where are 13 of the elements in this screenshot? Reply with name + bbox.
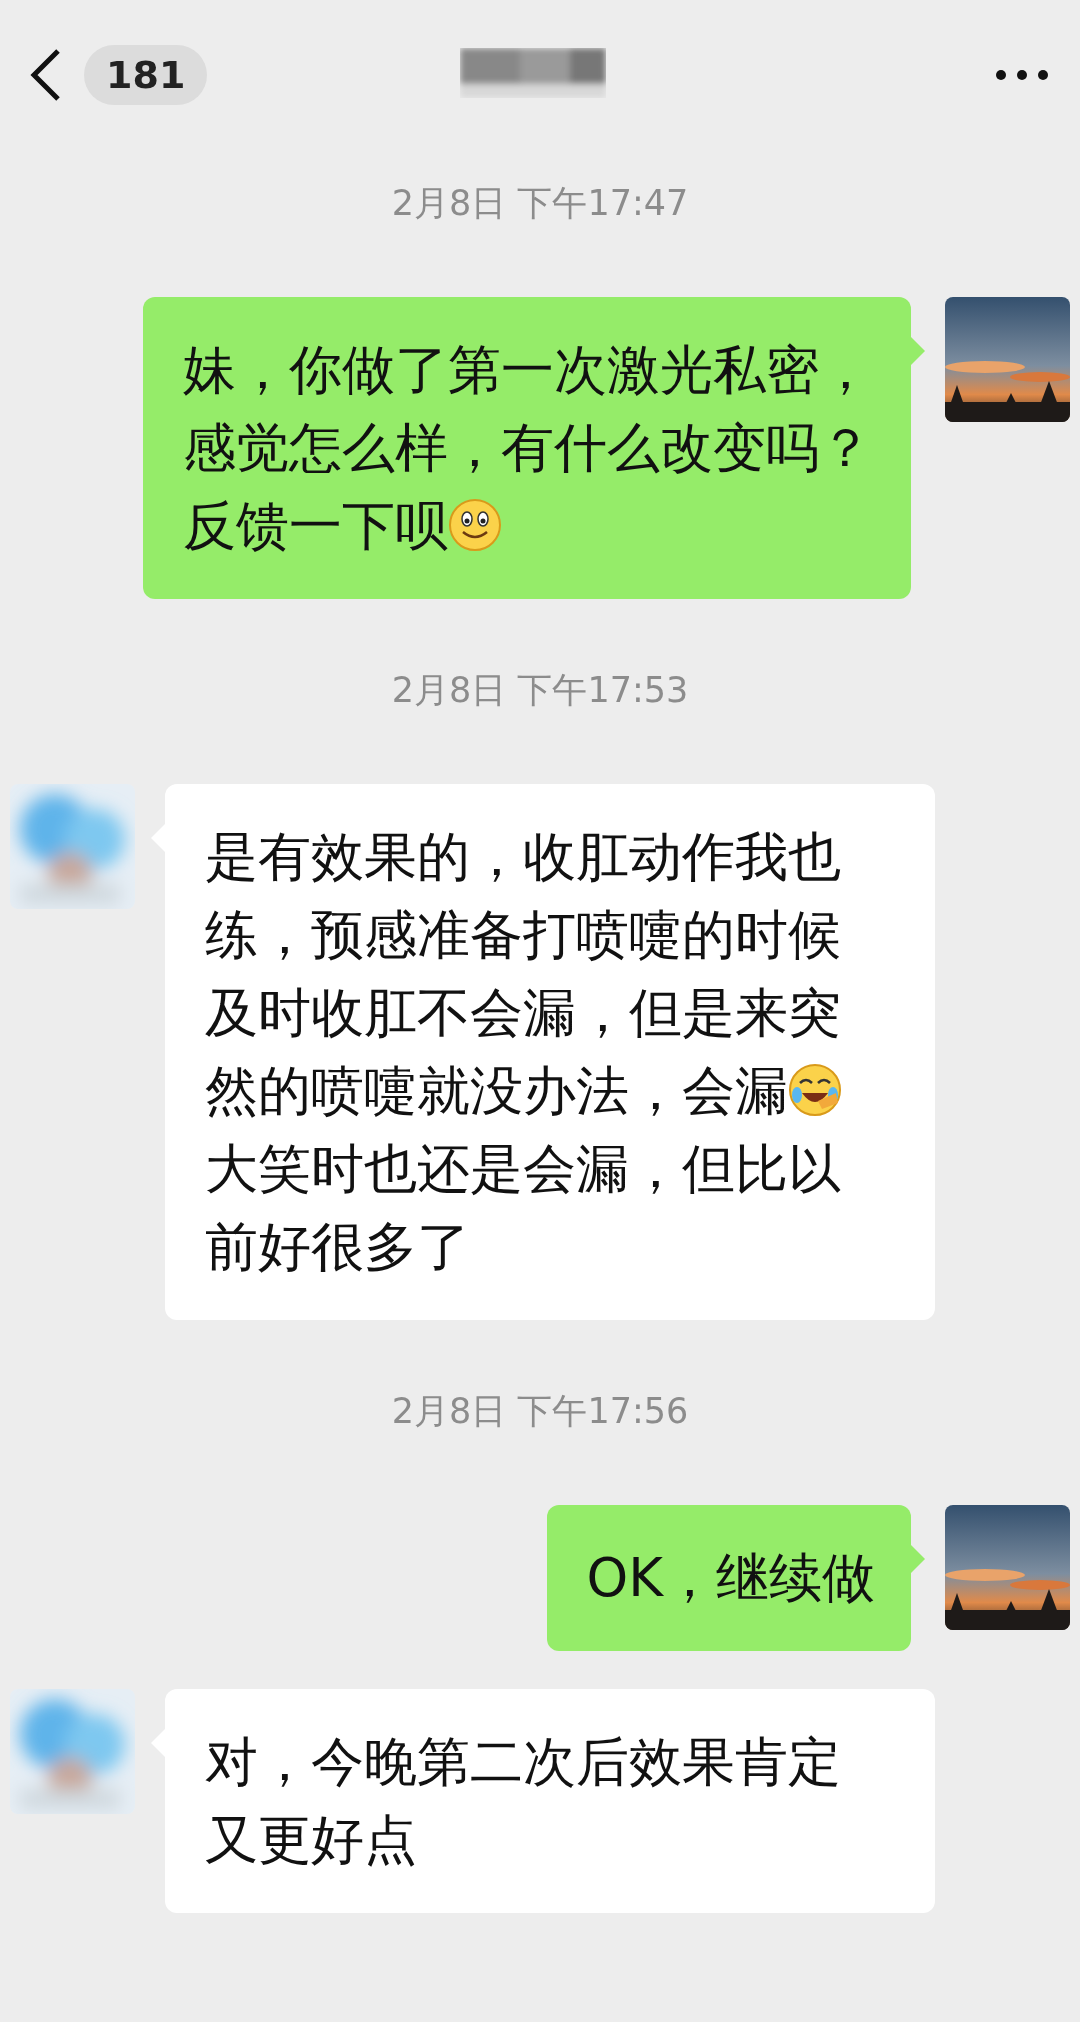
bubble-tail (911, 337, 925, 365)
timestamp: 2月8日 下午17:56 (391, 1390, 689, 1433)
message-bubble: 对，今晚第二次后效果肯定又更好点 (165, 1689, 935, 1913)
message-bubble: OK，继续做 (546, 1505, 911, 1651)
timestamp: 2月8日 下午17:47 (391, 182, 689, 225)
message-bubble: 是有效果的，收肛动作我也练，预感准备打喷嚏的时候及时收肛不会漏，但是来突然的喷嚏就没办法，会漏 大笑时也还是会漏，但比以前好很多了 (165, 784, 935, 1320)
timestamp: 2月8日 下午17:53 (391, 669, 689, 712)
unread-count: 181 (84, 45, 208, 105)
laughing-emoji-icon (788, 1063, 842, 1117)
bubble-tail (911, 1545, 925, 1573)
message-bubble: 妹，你做了第一次激光私密，感觉怎么样，有什么改变吗？反馈一下呗 (143, 297, 911, 599)
more-icon[interactable] (994, 68, 1050, 82)
smiley-emoji-icon (448, 498, 502, 552)
